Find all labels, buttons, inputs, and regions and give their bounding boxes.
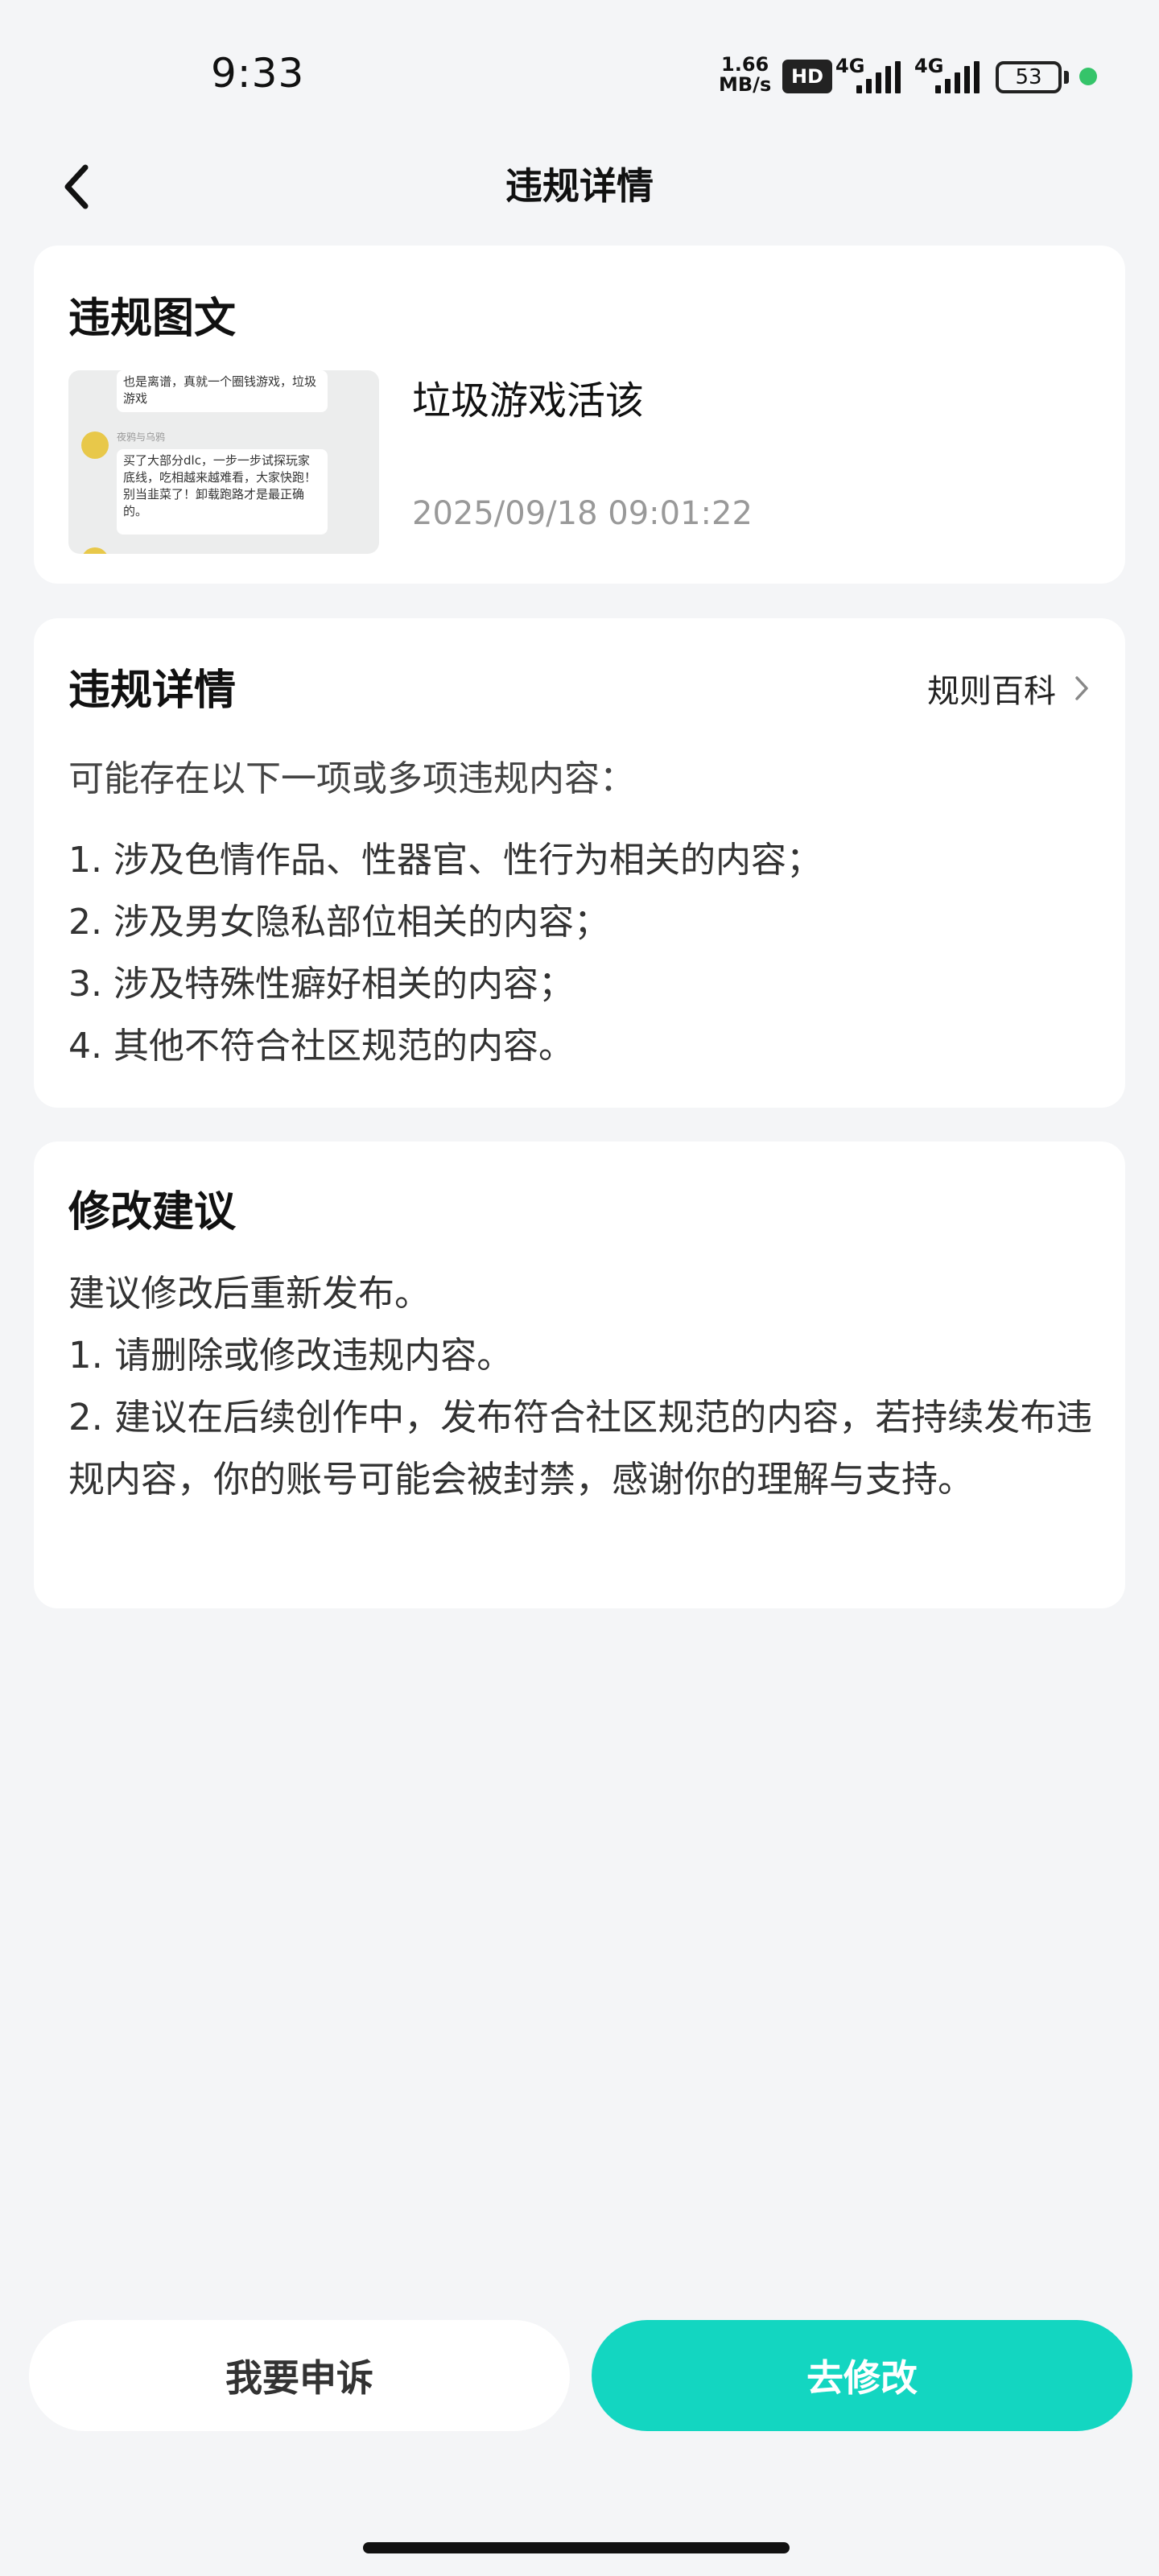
- post-timestamp: 2025/09/18 09:01:22: [412, 495, 753, 532]
- violation-content-card: 违规图文 也是离谱，真就一个圈钱游戏，垃圾游戏 夜鸦与乌鸦 买了大部分dlc，一…: [34, 246, 1125, 584]
- list-item: 4. 其他不符合社区规范的内容。: [68, 1026, 574, 1067]
- battery-level: 53: [1015, 65, 1042, 89]
- violation-list: 1. 涉及色情作品、性器官、性行为相关的内容； 2. 涉及男女隐私部位相关的内容…: [68, 829, 822, 1077]
- network-speed-unit: MB/s: [719, 73, 772, 96]
- list-item: 3. 涉及特殊性癖好相关的内容；: [68, 964, 574, 1005]
- avatar: [81, 547, 109, 554]
- suggestions-body: 建议修改后重新发布。 1. 请删除或修改违规内容。 2. 建议在后续创作中，发布…: [68, 1262, 1107, 1510]
- thumbnail-bubble-1: 也是离谱，真就一个圈钱游戏，垃圾游戏: [117, 370, 328, 412]
- battery-icon: 53: [996, 61, 1062, 93]
- suggestions-card: 修改建议 建议修改后重新发布。 1. 请删除或修改违规内容。 2. 建议在后续创…: [34, 1141, 1125, 1608]
- signal-icon: 4G: [914, 55, 987, 95]
- violation-details-card: 违规详情 规则百科 可能存在以下一项或多项违规内容： 1. 涉及色情作品、性器官…: [34, 618, 1125, 1108]
- status-time: 9:33: [211, 50, 305, 97]
- network-speed: 1.66 MB/s: [719, 55, 771, 95]
- privacy-indicator-dot: [1079, 68, 1097, 85]
- list-item: 2. 涉及男女隐私部位相关的内容；: [68, 902, 609, 943]
- suggestion-line: 2. 建议在后续创作中，发布符合社区规范的内容，若持续发布违规内容，你的账号可能…: [68, 1396, 1093, 1501]
- violation-content-title: 违规图文: [68, 295, 237, 343]
- violation-intro: 可能存在以下一项或多项违规内容：: [68, 758, 635, 799]
- thumbnail-bubble-2: 买了大部分dlc，一步一步试探玩家底线，吃相越来越难看，大家快跑！别当韭菜了！卸…: [117, 449, 328, 535]
- battery-tip: [1064, 71, 1069, 84]
- suggestions-title: 修改建议: [68, 1188, 237, 1236]
- avatar: [81, 431, 109, 459]
- violation-details-title: 违规详情: [68, 667, 237, 715]
- nav-header: 违规详情: [0, 141, 1159, 229]
- thumbnail-username: 夜鸦与乌鸦: [117, 431, 166, 443]
- status-bar: 9:33 1.66 MB/s HD 4G 4G 53: [0, 0, 1159, 153]
- modify-button[interactable]: 去修改: [592, 2320, 1132, 2431]
- suggestion-line: 1. 请删除或修改违规内容。: [68, 1334, 514, 1377]
- network-speed-value: 1.66: [721, 53, 769, 76]
- chevron-right-icon: [1075, 676, 1088, 700]
- rule-wiki-link[interactable]: 规则百科: [927, 665, 1090, 712]
- home-indicator[interactable]: [363, 2542, 790, 2553]
- page-title: 违规详情: [505, 164, 654, 208]
- rule-wiki-label: 规则百科: [927, 673, 1056, 710]
- post-title: 垃圾游戏活该: [412, 378, 645, 423]
- post-thumbnail[interactable]: 也是离谱，真就一个圈钱游戏，垃圾游戏 夜鸦与乌鸦 买了大部分dlc，一步一步试探…: [68, 370, 379, 554]
- appeal-button[interactable]: 我要申诉: [29, 2320, 570, 2431]
- suggestion-line: 建议修改后重新发布。: [68, 1272, 431, 1315]
- hd-voice-icon: HD: [782, 60, 832, 93]
- list-item: 1. 涉及色情作品、性器官、性行为相关的内容；: [68, 840, 822, 881]
- signal-icon: 4G: [835, 55, 908, 95]
